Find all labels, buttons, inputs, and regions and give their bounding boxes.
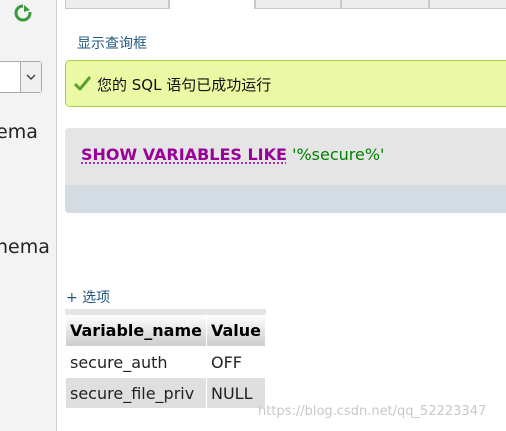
table-row: secure_file_priv NULL (65, 377, 267, 409)
result-table: Variable_name Value secure_auth OFF secu… (65, 309, 267, 409)
show-query-box-link[interactable]: 显示查询框 (77, 33, 147, 53)
table-cell: NULL (205, 377, 267, 409)
navigation-panel: ema nema (0, 0, 57, 431)
chevron-down-icon[interactable] (20, 62, 41, 92)
table-header-row: Variable_name Value (65, 311, 267, 347)
tab-strip (57, 0, 506, 10)
checkmark-icon (73, 76, 92, 91)
sql-keywords[interactable]: SHOW VARIABLES LIKE (81, 145, 287, 164)
table-cell: secure_auth (65, 346, 207, 378)
success-message: 您的 SQL 语句已成功运行 (97, 76, 272, 94)
column-header-value[interactable]: Value (205, 311, 267, 347)
tab[interactable] (429, 0, 506, 9)
tab[interactable] (341, 0, 429, 9)
sql-query-box: SHOW VARIABLES LIKE '%secure%' (65, 128, 506, 185)
options-toggle-link[interactable]: + 选项 (66, 287, 110, 307)
reload-icon[interactable] (14, 4, 32, 22)
sql-query-footer (65, 185, 506, 213)
column-header-variable-name[interactable]: Variable_name (65, 311, 207, 347)
schema-item[interactable]: ema (0, 121, 38, 143)
tab-active[interactable] (169, 0, 255, 9)
table-cell: secure_file_priv (65, 377, 207, 409)
table-row: secure_auth OFF (65, 346, 267, 378)
schema-item[interactable]: nema (0, 236, 50, 258)
tab[interactable] (255, 0, 341, 9)
sql-query: SHOW VARIABLES LIKE '%secure%' (81, 145, 384, 164)
tab[interactable] (65, 0, 169, 9)
database-select[interactable] (0, 61, 42, 93)
watermark: https://blog.csdn.net/qq_52223347 (258, 404, 487, 419)
success-message-box: 您的 SQL 语句已成功运行 (65, 60, 506, 107)
sql-string: '%secure%' (292, 145, 385, 164)
table-cell: OFF (205, 346, 267, 378)
